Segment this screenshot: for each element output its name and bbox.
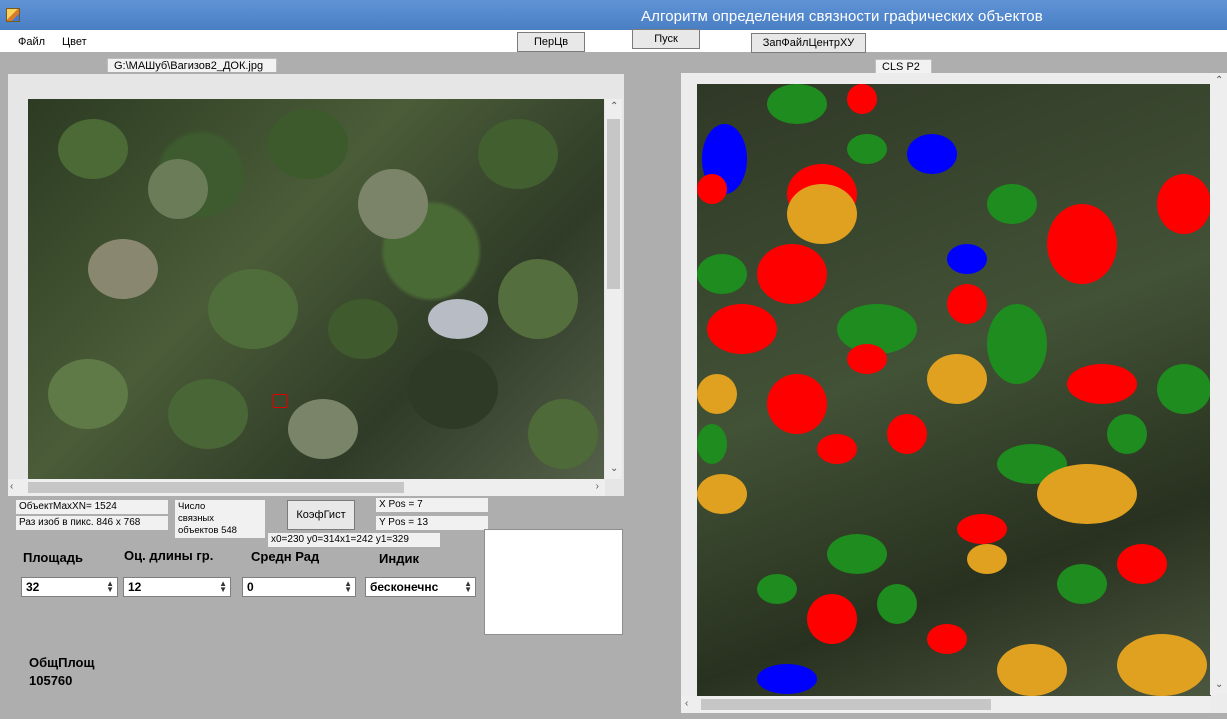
right-horizontal-scrollbar[interactable]: ‹ bbox=[681, 696, 1210, 713]
indicator-value: бесконечнс bbox=[370, 580, 439, 594]
indicator-label: Индик bbox=[379, 551, 419, 566]
left-horizontal-scrollbar[interactable]: ‹ › bbox=[8, 479, 605, 496]
connected-label-1: Число bbox=[178, 501, 206, 512]
scroll-up-icon[interactable]: ⌃ bbox=[610, 101, 618, 113]
connected-objects-box: Число связных объектов 548 bbox=[175, 500, 265, 538]
total-area-label: ОбщПлощ bbox=[29, 655, 95, 670]
coords-label: x0=230 y0=314x1=242 y1=329 bbox=[268, 533, 440, 547]
connected-value: 548 bbox=[221, 525, 237, 536]
coef-hist-button[interactable]: КоэфГист bbox=[287, 500, 355, 530]
x-pos-label: X Pos = 7 bbox=[376, 498, 488, 512]
spin-updown-icon[interactable]: ▲ ▼ bbox=[219, 580, 227, 594]
scroll-left-icon[interactable]: ‹ bbox=[685, 698, 688, 710]
total-area-value: 105760 bbox=[29, 673, 73, 688]
title-bar: Алгоритм определения связности графическ… bbox=[0, 0, 1227, 30]
tab-left-image[interactable]: G:\МАШуб\Вагизов2_ДОК.jpg bbox=[107, 58, 277, 72]
window-title: Алгоритм определения связности графическ… bbox=[641, 8, 1043, 25]
left-vertical-scrollbar[interactable]: ⌃ ⌄ bbox=[605, 99, 622, 479]
connected-label-3: объектов bbox=[178, 525, 219, 536]
y-pos-label: Y Pos = 13 bbox=[376, 516, 488, 530]
run-button[interactable]: Пуск bbox=[632, 29, 700, 49]
mean-radius-value: 0 bbox=[247, 580, 254, 594]
connected-label-2: связных bbox=[178, 513, 215, 524]
source-aerial-image bbox=[28, 99, 604, 479]
border-length-value: 12 bbox=[128, 580, 142, 594]
mean-radius-stepper[interactable]: 0 ▲ ▼ bbox=[242, 577, 356, 597]
save-centers-button[interactable]: ЗапФайлЦентрХУ bbox=[751, 33, 866, 53]
object-max-label: ОбъектМахХN= 1524 bbox=[16, 500, 168, 514]
classified-image bbox=[697, 84, 1211, 696]
perc-button[interactable]: ПерЦв bbox=[517, 32, 585, 52]
mean-radius-label: Средн Рад bbox=[251, 549, 320, 564]
scroll-left-icon[interactable]: ‹ bbox=[10, 481, 13, 493]
spin-updown-icon[interactable]: ▲ ▼ bbox=[106, 580, 114, 594]
area-label: Площадь bbox=[23, 550, 83, 565]
menu-bar: Файл Цвет bbox=[0, 30, 1227, 52]
app-icon bbox=[6, 8, 20, 22]
spin-updown-icon[interactable]: ▲ ▼ bbox=[344, 580, 352, 594]
border-length-stepper[interactable]: 12 ▲ ▼ bbox=[123, 577, 231, 597]
area-stepper[interactable]: 32 ▲ ▼ bbox=[21, 577, 118, 597]
tab-right-image[interactable]: CLS P2 bbox=[875, 59, 932, 73]
scroll-thumb[interactable] bbox=[607, 119, 620, 289]
scroll-thumb-horizontal[interactable] bbox=[701, 699, 991, 710]
scroll-right-icon[interactable]: › bbox=[596, 481, 599, 493]
selection-marker[interactable] bbox=[273, 394, 287, 408]
border-length-label: Оц. длины гр. bbox=[124, 548, 214, 563]
area-value: 32 bbox=[26, 580, 40, 594]
indicator-stepper[interactable]: бесконечнс ▲ ▼ bbox=[365, 577, 476, 597]
image-size-label: Раз изоб в пикс. 846 x 768 bbox=[16, 516, 168, 530]
spin-updown-icon[interactable]: ▲ ▼ bbox=[464, 580, 472, 594]
scroll-down-icon[interactable]: ⌄ bbox=[610, 463, 618, 475]
preview-box bbox=[484, 529, 623, 635]
scroll-thumb-horizontal[interactable] bbox=[28, 482, 404, 493]
right-vertical-scrollbar[interactable]: ⌃ ⌄ bbox=[1210, 73, 1227, 695]
scroll-down-icon[interactable]: ⌄ bbox=[1215, 679, 1223, 691]
menu-file[interactable]: Файл bbox=[18, 36, 45, 48]
menu-color[interactable]: Цвет bbox=[62, 36, 87, 48]
scroll-up-icon[interactable]: ⌃ bbox=[1215, 75, 1223, 87]
